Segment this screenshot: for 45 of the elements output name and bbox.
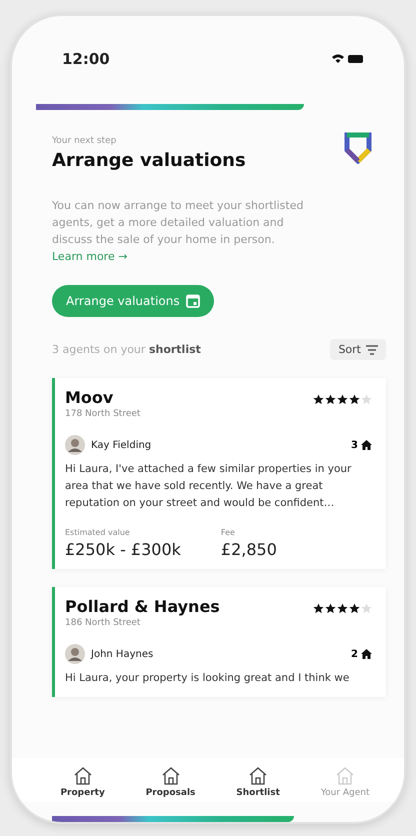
house-outline-icon <box>72 766 93 786</box>
sort-button[interactable]: Sort <box>330 339 386 360</box>
agent-address: 178 North Street <box>65 409 140 419</box>
star-filled-icon <box>313 603 324 614</box>
estimated-value: £250k - £300k <box>65 540 181 559</box>
value-label: Estimated value <box>65 528 131 537</box>
description-text: You can now arrange to meet your shortlisted agents, get a more detailed valuation and discuss the sale of your home in person. Learn more → <box>52 198 304 265</box>
contact-name: John Haynes <box>91 648 154 660</box>
star-filled-icon <box>325 394 336 405</box>
page-title: Arrange valuations <box>52 150 246 171</box>
calendar-icon <box>186 294 200 308</box>
shortlist-count: 3 agents on your shortlist <box>52 343 201 356</box>
star-filled-icon <box>313 394 324 405</box>
property-count: 2 <box>351 648 358 660</box>
star-filled-icon <box>349 603 360 614</box>
eyebrow-text: Your next step <box>52 136 118 146</box>
status-time: 12:00 <box>62 50 110 68</box>
house-outline-icon <box>248 766 268 786</box>
agent-address: 186 North Street <box>65 618 142 628</box>
fee-value: £2,850 <box>220 540 277 559</box>
avatar-icon <box>65 435 85 455</box>
house-icon <box>361 440 372 450</box>
contact-name: Kay Fielding <box>91 440 152 450</box>
property-count: 3 <box>351 440 358 450</box>
tab-bar-item[interactable]: Shortlist <box>236 766 280 798</box>
tab-bar-item[interactable]: Property <box>60 766 105 798</box>
star-filled-icon <box>349 394 360 405</box>
house-outline-icon <box>335 766 356 786</box>
agent-card[interactable]: Pollard & Haynes 186 North Street John Haynes 2 Hi Laura, your property is looking great and I think we <box>52 587 386 697</box>
agent-card[interactable] <box>52 378 386 569</box>
agent-name: Pollard & Haynes <box>65 597 220 616</box>
shield-logo-icon <box>344 132 372 164</box>
star-filled-icon <box>337 394 348 405</box>
fee-label: Fee <box>220 528 236 537</box>
house-outline-icon <box>160 766 181 786</box>
wifi-battery-icon <box>330 53 364 65</box>
agent-message: Hi Laura, I've attached a few similar properties in your area that we have sold recently. We have a great reputation on your street and would be confident… <box>65 462 352 511</box>
avatar-icon <box>65 644 85 664</box>
tab-bar-item[interactable]: Proposals <box>146 766 196 798</box>
star-filled-icon <box>325 603 336 614</box>
agent-message: Hi Laura, your property is looking great and I think we <box>65 671 350 686</box>
house-icon <box>361 649 372 659</box>
agent-name: Moov <box>65 388 114 407</box>
filter-icon <box>366 344 378 354</box>
star-filled-icon <box>337 603 348 614</box>
